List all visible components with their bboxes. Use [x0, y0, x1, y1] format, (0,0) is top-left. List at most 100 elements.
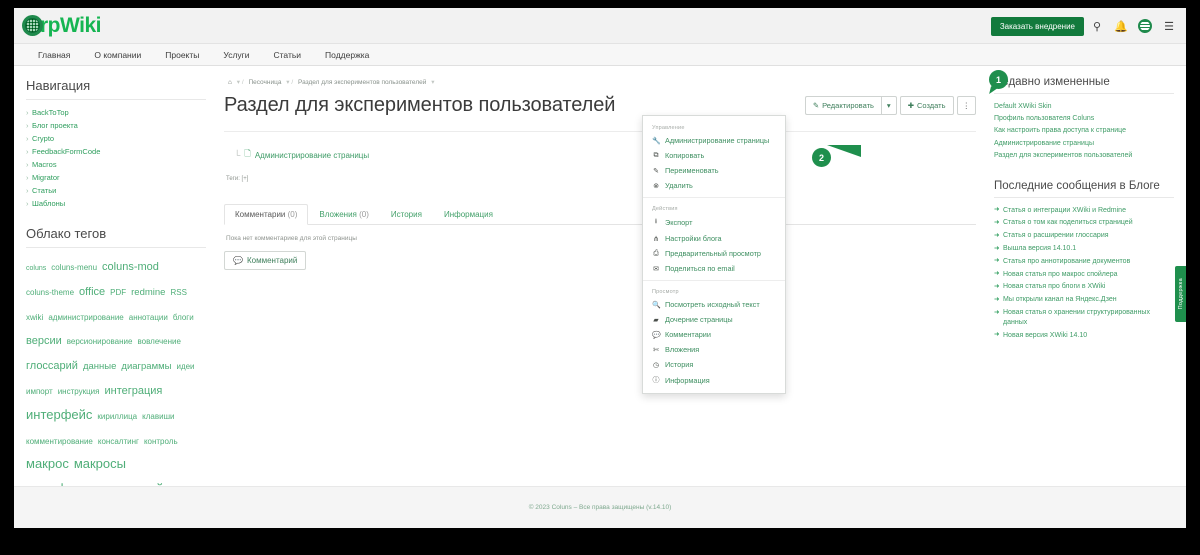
tag-link[interactable]: xwiki [26, 312, 43, 324]
menu-icon[interactable]: ☰ [1158, 15, 1180, 37]
tag-link[interactable]: администрирование [48, 312, 123, 324]
recent-change-item[interactable]: Раздел для экспериментов пользователей [994, 150, 1174, 162]
blog-post-item[interactable]: Мы открыли канал на Яндекс.Дзен [994, 294, 1174, 307]
add-comment-button[interactable]: 💬 Комментарий [224, 251, 307, 270]
recent-change-item[interactable]: Default XWiki Skin [994, 100, 1174, 112]
tags-line[interactable]: Теги: [+] [224, 166, 976, 182]
tag-link[interactable]: redmine [131, 286, 165, 301]
blog-post-item[interactable]: Новая статья о хранении структурированны… [994, 307, 1174, 330]
dropdown-item-clock[interactable]: ◷ История [643, 357, 785, 372]
tag-link[interactable]: версионирование [67, 336, 133, 348]
breadcrumb-item-sandbox[interactable]: Песочница [248, 79, 281, 86]
tag-link[interactable]: RSS [170, 287, 186, 299]
recent-change-item[interactable]: Профиль пользователя Coluns [994, 112, 1174, 124]
more-actions-button[interactable]: ⋮ [956, 96, 976, 115]
dropdown-item-search[interactable]: 🔍 Посмотреть исходный текст [643, 297, 785, 312]
blog-post-item[interactable]: Новая статья про блоги в XWiki [994, 281, 1174, 294]
nav-item-services[interactable]: Услуги [211, 50, 261, 60]
tag-link[interactable]: coluns-mod [102, 259, 159, 276]
tag-link[interactable]: office [79, 284, 105, 301]
edit-dropdown-toggle[interactable]: ▾ [880, 96, 897, 115]
site-logo[interactable]: rpWiki [22, 14, 101, 38]
tag-link[interactable]: данные [83, 360, 116, 375]
tag-link[interactable]: кириллица [97, 411, 137, 423]
dropdown-item-label: Настройки блога [665, 234, 722, 243]
tag-link[interactable]: версии [26, 333, 62, 350]
blog-post-item[interactable]: Статья о интеграции XWiki и Redmine [994, 204, 1174, 217]
order-implementation-button[interactable]: Заказать внедрение [990, 16, 1084, 36]
tag-link[interactable]: инструкция [58, 386, 100, 398]
tag-link[interactable]: coluns-menu [51, 262, 97, 274]
nav-tree-item[interactable]: Шаблоны [26, 197, 206, 210]
tag-link[interactable]: глоссарий [26, 358, 78, 375]
tag-link[interactable]: импорт [26, 386, 53, 398]
recent-change-item[interactable]: Администрирование страницы [994, 137, 1174, 149]
rss-icon: ⋔ [653, 235, 659, 243]
search-icon[interactable]: ⚲ [1086, 15, 1108, 37]
support-side-tab[interactable]: Поддержка [1175, 266, 1186, 322]
create-button[interactable]: ✚ Создать [899, 96, 954, 115]
dropdown-item-info[interactable]: ⓘ Информация [643, 372, 785, 388]
nav-tree-item[interactable]: Macros [26, 158, 206, 171]
dropdown-item-rename[interactable]: ✎ Переименовать [643, 163, 785, 178]
nav-item-home[interactable]: Главная [26, 50, 82, 60]
tag-link[interactable]: диаграммы [121, 360, 171, 375]
recent-change-item[interactable]: Как настроить права доступа к странице [994, 125, 1174, 137]
nav-tree-item[interactable]: Migrator [26, 171, 206, 184]
dropdown-item-label: Администрирование страницы [665, 136, 770, 145]
blog-post-item[interactable]: Статья о расширении глоссария [994, 230, 1174, 243]
tab-information[interactable]: Информация [433, 204, 504, 225]
blog-post-item[interactable]: Новая статья про макрос спойлера [994, 268, 1174, 281]
dropdown-item-label: Экспорт [665, 218, 693, 227]
blog-post-item[interactable]: Новая версия XWiki 14.10 [994, 329, 1174, 342]
dropdown-item-delete[interactable]: ⊗ Удалить [643, 178, 785, 193]
tag-link[interactable]: PDF [110, 287, 126, 299]
tag-link[interactable]: аннотации [129, 312, 168, 324]
nav-tree-item[interactable]: Статьи [26, 184, 206, 197]
blog-post-item[interactable]: Статья о том как поделиться страницей [994, 217, 1174, 230]
tag-link[interactable]: интерфейс [26, 405, 92, 425]
bell-icon[interactable]: 🔔 [1110, 15, 1132, 37]
nav-tree-item[interactable]: BackToTop [26, 106, 206, 119]
nav-tree-item[interactable]: Блог проекта [26, 119, 206, 132]
child-page-link[interactable]: └ 🗋 Администрирование страницы [224, 142, 976, 166]
tag-link[interactable]: coluns [26, 264, 46, 275]
tab-comments[interactable]: Комментарии (0) [224, 204, 309, 225]
tab-history[interactable]: История [380, 204, 433, 225]
dropdown-item-folder[interactable]: ▰ Дочерние страницы [643, 312, 785, 327]
tag-link[interactable]: вовлечение [137, 336, 180, 348]
dropdown-item-download[interactable]: ⭳ Экспорт [643, 214, 785, 231]
dropdown-item-envelope[interactable]: ✉ Поделиться по email [643, 261, 785, 276]
tag-link[interactable]: идеи [176, 361, 194, 373]
breadcrumb-item-current[interactable]: Раздел для экспериментов пользователей [298, 79, 426, 86]
dropdown-item-copy[interactable]: ⧉ Копировать [643, 148, 785, 163]
tag-link[interactable]: макрос [26, 454, 69, 474]
nav-item-about[interactable]: О компании [82, 50, 153, 60]
dropdown-item-print[interactable]: ⎙ Предварительный просмотр [643, 246, 785, 261]
blog-post-item[interactable]: Статья про аннотирование документов [994, 255, 1174, 268]
tag-link[interactable]: макросы [74, 454, 126, 474]
tag-link[interactable]: coluns-theme [26, 287, 74, 299]
tag-link[interactable]: контроль [144, 436, 178, 448]
tag-link[interactable]: клавиши [142, 411, 174, 423]
tag-link[interactable]: консалтинг [98, 436, 139, 448]
nav-item-articles[interactable]: Статьи [262, 50, 314, 60]
tag-link[interactable]: комментирование [26, 436, 93, 448]
nav-item-projects[interactable]: Проекты [153, 50, 211, 60]
dropdown-item-comment[interactable]: 💬 Комментарии [643, 327, 785, 342]
nav-item-support[interactable]: Поддержка [313, 50, 381, 60]
nav-tree-item[interactable]: Crypto [26, 132, 206, 145]
tag-link[interactable]: интеграция [104, 383, 162, 400]
dropdown-item-paperclip[interactable]: ✄ Вложения [643, 342, 785, 357]
tab-attachments[interactable]: Вложения (0) [308, 204, 380, 225]
dropdown-item-label: Поделиться по email [665, 264, 735, 273]
tag-link[interactable]: блоги [173, 312, 194, 324]
home-icon[interactable]: ⌂ [228, 79, 232, 86]
nav-tree-item[interactable]: FeedbackFormCode [26, 145, 206, 158]
dropdown-item-wrench[interactable]: 🔧 Администрирование страницы [643, 133, 785, 148]
blog-post-item[interactable]: Вышла версия 14.10.1 [994, 243, 1174, 256]
globe-icon[interactable] [1134, 15, 1156, 37]
dropdown-item-rss[interactable]: ⋔ Настройки блога [643, 231, 785, 246]
edit-button[interactable]: ✎ Редактировать [804, 96, 881, 115]
tab-comments-count: (0) [287, 210, 298, 219]
